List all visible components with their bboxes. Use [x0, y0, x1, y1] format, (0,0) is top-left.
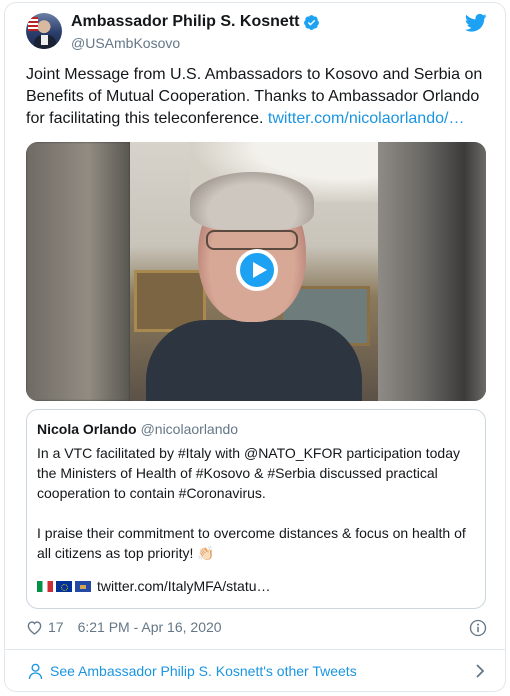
- avatar-flag: [28, 17, 38, 31]
- quoted-tweet-link[interactable]: twitter.com/ItalyMFA/statu…: [97, 578, 271, 594]
- quoted-tweet-footer: twitter.com/ItalyMFA/statu…: [37, 578, 271, 594]
- eu-flag-icon: [56, 580, 72, 592]
- quoted-tweet-text: In a VTC facilitated by #Italy with @NAT…: [37, 445, 466, 561]
- verified-badge-icon: [304, 14, 320, 30]
- chevron-right-icon[interactable]: [475, 663, 485, 679]
- avatar-collar: [41, 35, 48, 45]
- tweet-meta: 17 6:21 PM - Apr 16, 2020: [26, 619, 222, 635]
- heart-icon[interactable]: [26, 620, 43, 635]
- speaker-glasses: [206, 230, 298, 250]
- speaker-body: [146, 320, 362, 401]
- video-player[interactable]: [26, 142, 486, 401]
- tweet-header: Ambassador Philip S. Kosnett @USAmbKosov…: [5, 3, 505, 63]
- quoted-author-handle: @nicolaorlando: [140, 421, 239, 437]
- tweet-link[interactable]: twitter.com/nicolaorlando/…: [268, 110, 465, 127]
- author-name[interactable]: Ambassador Philip S. Kosnett: [71, 13, 299, 31]
- person-icon: [28, 663, 43, 679]
- speaker-hair: [190, 172, 314, 230]
- embedded-tweet-card: Ambassador Philip S. Kosnett @USAmbKosov…: [4, 2, 506, 692]
- author-name-row[interactable]: Ambassador Philip S. Kosnett: [71, 13, 320, 31]
- see-other-tweets-row[interactable]: See Ambassador Philip S. Kosnett's other…: [5, 650, 505, 691]
- author-handle[interactable]: @USAmbKosovo: [71, 35, 180, 51]
- video-blur-left: [26, 142, 130, 401]
- tweet-timestamp[interactable]: 6:21 PM - Apr 16, 2020: [78, 619, 222, 635]
- quoted-tweet[interactable]: Nicola Orlando @nicolaorlando In a VTC fa…: [26, 409, 486, 609]
- italy-flag-icon: [37, 580, 53, 592]
- video-blur-right: [378, 142, 486, 401]
- tweet-text: Joint Message from U.S. Ambassadors to K…: [26, 64, 496, 130]
- kosovo-flag-icon: [75, 580, 91, 592]
- like-count[interactable]: 17: [48, 619, 64, 635]
- author-avatar[interactable]: [26, 13, 62, 49]
- quoted-author-name: Nicola Orlando: [37, 421, 137, 437]
- info-icon[interactable]: [469, 619, 487, 637]
- see-other-tweets-link[interactable]: See Ambassador Philip S. Kosnett's other…: [50, 663, 357, 679]
- quoted-tweet-header: Nicola Orlando @nicolaorlando: [37, 421, 238, 437]
- twitter-bird-icon[interactable]: [465, 13, 487, 33]
- play-icon[interactable]: [236, 249, 278, 291]
